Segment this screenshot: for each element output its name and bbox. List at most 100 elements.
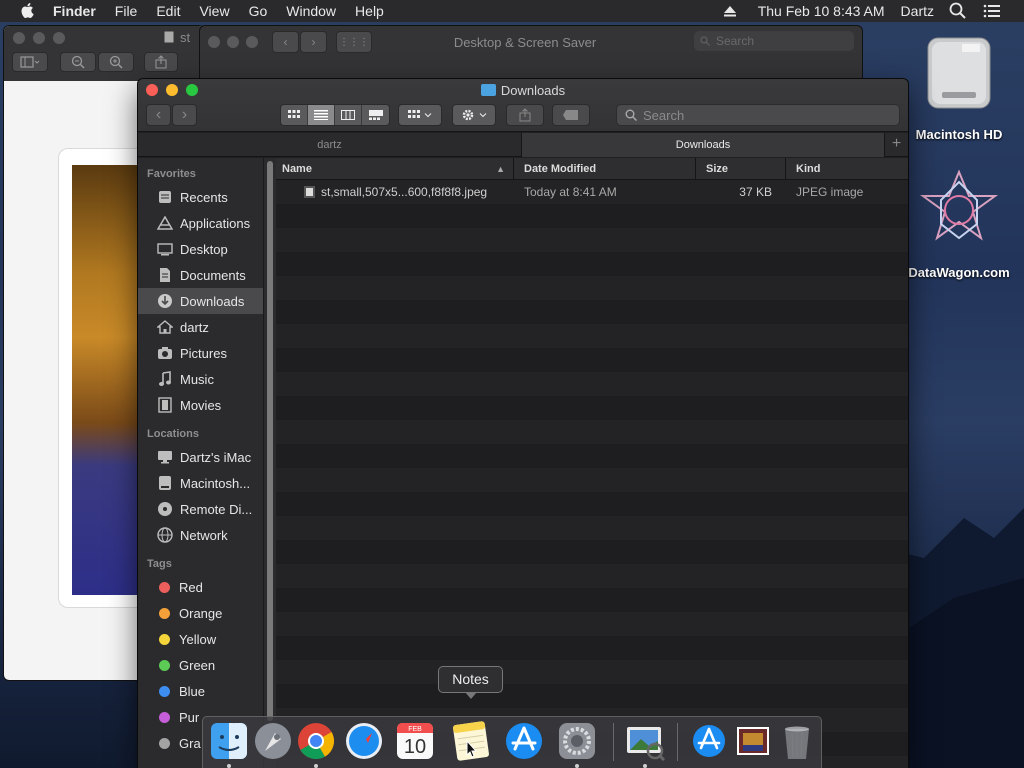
sidebar-tag-3[interactable]: Green bbox=[138, 652, 264, 678]
zoom-out-button[interactable] bbox=[60, 52, 96, 72]
spotlight-search-icon[interactable] bbox=[948, 1, 968, 21]
disc-icon bbox=[156, 501, 174, 517]
sidebar-item-label: Macintosh... bbox=[180, 475, 251, 491]
icon-view-button[interactable] bbox=[281, 105, 308, 125]
menu-app-finder[interactable]: Finder bbox=[53, 0, 96, 22]
column-view-button[interactable] bbox=[335, 105, 362, 125]
tab-dartz[interactable]: dartz bbox=[138, 133, 522, 157]
recent-image-icon[interactable] bbox=[731, 719, 775, 763]
menu-file[interactable]: File bbox=[115, 0, 138, 22]
sidebar-item-pictures[interactable]: Pictures bbox=[138, 340, 264, 366]
sidebar-item-label: Desktop bbox=[180, 241, 228, 257]
sidebar-toggle-button[interactable] bbox=[12, 52, 48, 72]
empty-row bbox=[276, 660, 908, 684]
view-mode-segmented[interactable] bbox=[280, 104, 390, 126]
preferences-search-input[interactable]: Search bbox=[694, 31, 854, 51]
column-header-name[interactable]: Name ▲ bbox=[276, 158, 514, 180]
file-row[interactable]: st,small,507x5...600,f8f8f8.jpeg Today at… bbox=[276, 180, 908, 204]
desktop-icon bbox=[156, 241, 174, 257]
trash-icon[interactable] bbox=[775, 719, 819, 763]
chrome-icon[interactable] bbox=[294, 719, 338, 763]
notification-center-icon[interactable] bbox=[982, 1, 1002, 21]
search-icon bbox=[700, 36, 710, 46]
share-button[interactable] bbox=[506, 104, 544, 126]
sort-ascending-icon: ▲ bbox=[496, 164, 505, 174]
menu-go[interactable]: Go bbox=[249, 0, 268, 22]
action-button[interactable] bbox=[452, 104, 496, 126]
menu-view[interactable]: View bbox=[199, 0, 229, 22]
menubar-user[interactable]: Dartz bbox=[901, 3, 934, 19]
sidebar-item-macintosh-hd[interactable]: Macintosh... bbox=[138, 470, 264, 496]
music-note-icon bbox=[156, 371, 174, 387]
finder-search-placeholder: Search bbox=[643, 107, 685, 123]
menu-window[interactable]: Window bbox=[286, 0, 336, 22]
edit-tags-button[interactable] bbox=[552, 104, 590, 126]
path-tab-bar: dartz Downloads + bbox=[138, 133, 908, 157]
empty-row bbox=[276, 276, 908, 300]
sidebar-item-documents[interactable]: Documents bbox=[138, 262, 264, 288]
launchpad-icon[interactable] bbox=[251, 719, 295, 763]
finder-window: Downloads ‹ › Search dartz Downloads + F… bbox=[138, 79, 908, 768]
menubar-clock[interactable]: Thu Feb 10 8:43 AM bbox=[758, 3, 885, 19]
column-header-kind[interactable]: Kind bbox=[786, 158, 908, 180]
zoom-in-icon bbox=[109, 55, 123, 69]
empty-row bbox=[276, 228, 908, 252]
sidebar-tag-4[interactable]: Blue bbox=[138, 678, 264, 704]
menu-help[interactable]: Help bbox=[355, 0, 384, 22]
sidebar-item-label: dartz bbox=[180, 319, 209, 335]
app-store-icon[interactable] bbox=[502, 719, 546, 763]
notes-icon[interactable] bbox=[449, 719, 493, 763]
sidebar-scrollbar[interactable] bbox=[263, 158, 276, 768]
empty-row bbox=[276, 516, 908, 540]
new-tab-button[interactable]: + bbox=[885, 133, 908, 156]
desktop-icon-datawagon[interactable]: DataWagon.com bbox=[904, 168, 1014, 280]
desktop-icon-macintosh-hd[interactable]: Macintosh HD bbox=[904, 34, 1014, 142]
sidebar-item-imac[interactable]: Dartz's iMac bbox=[138, 444, 264, 470]
sidebar-item-label: Yellow bbox=[179, 631, 217, 647]
gallery-view-button[interactable] bbox=[362, 105, 389, 125]
sidebar-item-remote-disc[interactable]: Remote Di... bbox=[138, 496, 264, 522]
sidebar-item-dartz[interactable]: dartz bbox=[138, 314, 264, 340]
finder-search-input[interactable]: Search bbox=[616, 104, 900, 126]
sidebar-tag-1[interactable]: Orange bbox=[138, 600, 264, 626]
tab-downloads[interactable]: Downloads bbox=[522, 133, 885, 157]
zoom-in-button[interactable] bbox=[98, 52, 134, 72]
sidebar-tag-2[interactable]: Yellow bbox=[138, 626, 264, 652]
app-store-downloads-icon[interactable] bbox=[687, 719, 731, 763]
column-header-date[interactable]: Date Modified bbox=[514, 158, 696, 180]
sidebar-item-music[interactable]: Music bbox=[138, 366, 264, 392]
sidebar-scroll-thumb[interactable] bbox=[267, 161, 273, 721]
sidebar-item-applications[interactable]: Applications bbox=[138, 210, 264, 236]
search-icon bbox=[625, 109, 637, 121]
menu-edit[interactable]: Edit bbox=[156, 0, 180, 22]
finder-icon[interactable] bbox=[207, 719, 251, 763]
apple-menu-icon[interactable] bbox=[17, 0, 39, 22]
list-view-button[interactable] bbox=[308, 105, 335, 125]
close-button[interactable] bbox=[13, 32, 25, 44]
hard-drive-icon bbox=[927, 37, 991, 109]
chevron-right-icon: › bbox=[181, 106, 188, 123]
system-preferences-icon[interactable] bbox=[555, 719, 599, 763]
file-date: Today at 8:41 AM bbox=[524, 185, 617, 199]
eject-icon[interactable] bbox=[720, 1, 740, 21]
preview-toolbar: st bbox=[4, 26, 204, 81]
zoom-button[interactable] bbox=[53, 32, 65, 44]
sidebar-item-desktop[interactable]: Desktop bbox=[138, 236, 264, 262]
sidebar-item-movies[interactable]: Movies bbox=[138, 392, 264, 418]
forward-button[interactable]: › bbox=[172, 104, 197, 126]
share-button[interactable] bbox=[144, 52, 178, 72]
safari-icon[interactable] bbox=[342, 719, 386, 763]
column-header-size[interactable]: Size bbox=[696, 158, 786, 180]
file-size: 37 KB bbox=[739, 185, 772, 199]
calendar-icon[interactable]: FEB 10 bbox=[393, 719, 437, 763]
tag-color-dot-icon bbox=[159, 711, 170, 723]
group-by-button[interactable] bbox=[398, 104, 442, 126]
sidebar-item-downloads[interactable]: Downloads bbox=[138, 288, 264, 314]
tag-color-dot-icon bbox=[159, 581, 170, 593]
preview-icon[interactable] bbox=[623, 719, 667, 763]
back-button[interactable]: ‹ bbox=[146, 104, 171, 126]
sidebar-item-recents[interactable]: Recents bbox=[138, 184, 264, 210]
minimize-button[interactable] bbox=[33, 32, 45, 44]
sidebar-item-network[interactable]: Network bbox=[138, 522, 264, 548]
sidebar-tag-0[interactable]: Red bbox=[138, 574, 264, 600]
